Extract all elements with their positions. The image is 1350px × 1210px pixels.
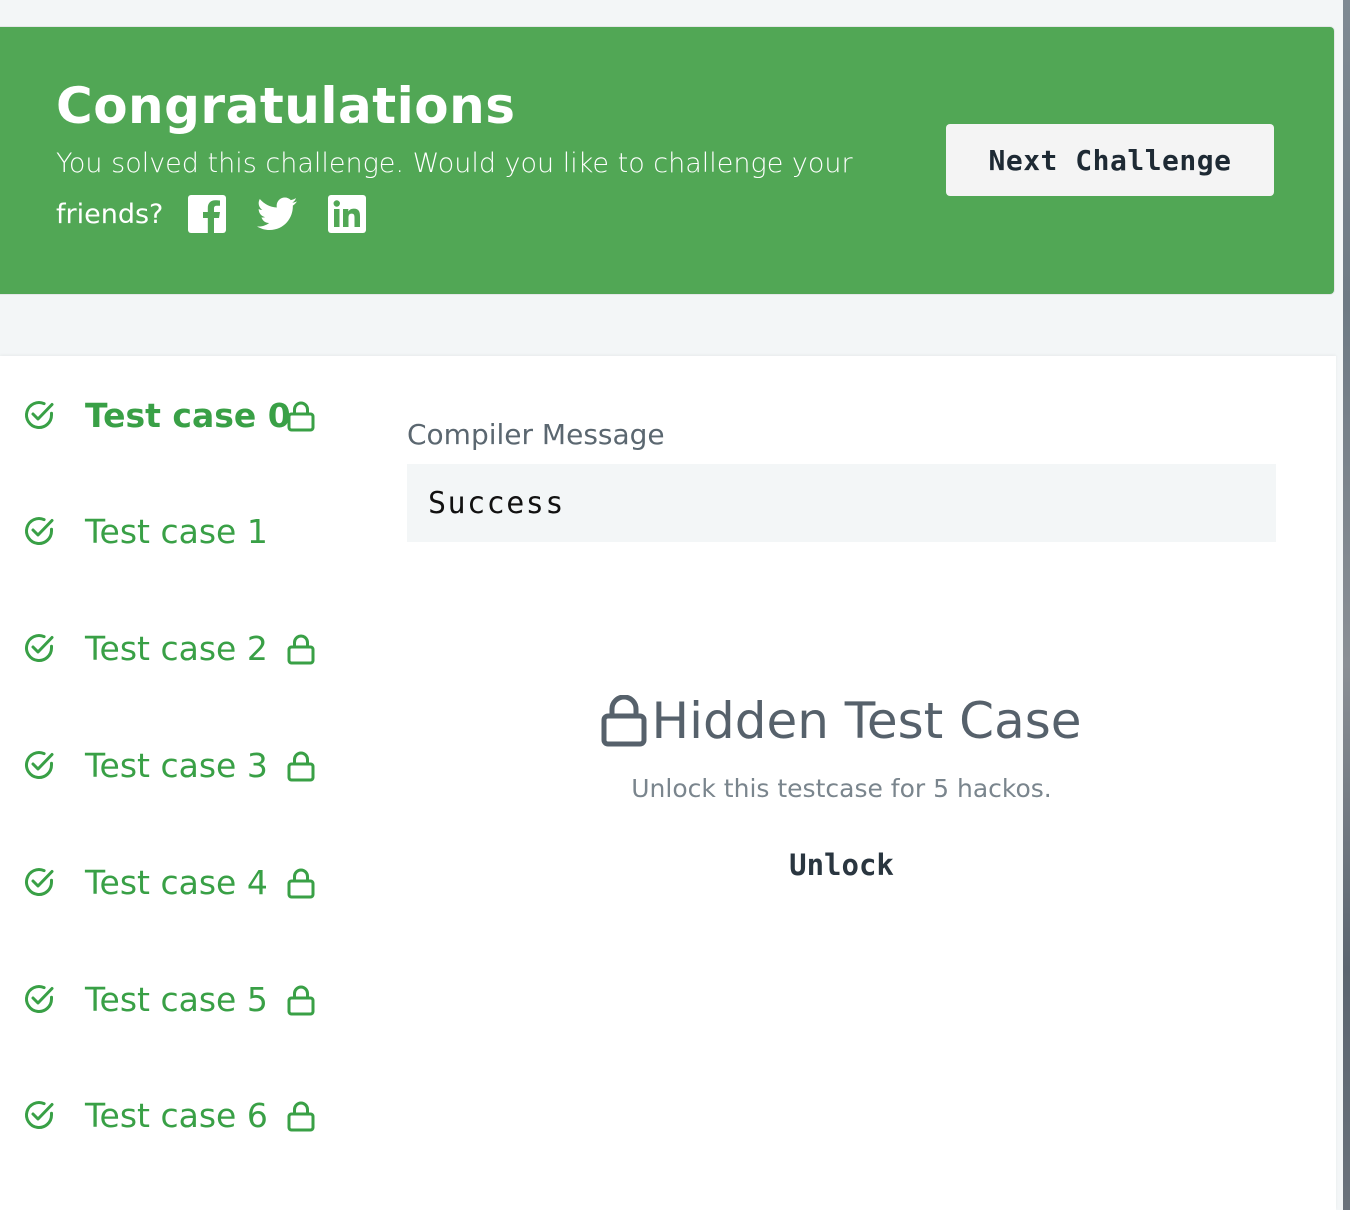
testcase-item-2[interactable]: Test case 2 [22, 618, 268, 678]
unlock-button[interactable]: Unlock [783, 847, 900, 883]
hidden-testcase-title: Hidden Test Case [651, 692, 1082, 750]
results-panel: Test case 0 Test case 1 Test case 2 Test… [0, 356, 1336, 1210]
testcase-item-4[interactable]: Test case 4 [22, 852, 268, 912]
testcase-label: Test case 5 [85, 979, 268, 1019]
check-circle-icon [25, 1101, 54, 1129]
lock-icon [287, 868, 315, 899]
testcase-item-0[interactable]: Test case 0 [22, 385, 291, 445]
check-circle-icon [25, 868, 54, 896]
banner-message: You solved this challenge. Would you lik… [56, 148, 853, 179]
lock-icon [287, 401, 315, 432]
lock-icon [601, 695, 647, 747]
testcase-label: Test case 2 [85, 628, 268, 668]
banner-title: Congratulations [56, 77, 516, 135]
testcase-label: Test case 0 [85, 395, 291, 435]
testcase-label: Test case 3 [85, 745, 268, 785]
check-circle-icon [25, 634, 54, 662]
compiler-output: Success [428, 485, 565, 521]
check-circle-icon [25, 401, 54, 429]
twitter-icon[interactable] [257, 194, 298, 234]
testcase-item-5[interactable]: Test case 5 [22, 969, 268, 1029]
compiler-output-box: Success [407, 464, 1276, 542]
testcase-label: Test case 1 [85, 511, 268, 551]
linkedin-icon[interactable] [327, 194, 367, 234]
check-circle-icon [25, 517, 54, 545]
check-circle-icon [25, 985, 54, 1013]
testcase-item-6[interactable]: Test case 6 [22, 1085, 268, 1145]
share-row: friends? [56, 189, 397, 239]
compiler-message-label: Compiler Message [407, 418, 665, 451]
lock-icon [287, 985, 315, 1016]
facebook-icon[interactable] [187, 194, 227, 234]
lock-icon [287, 1101, 315, 1132]
testcase-label: Test case 4 [85, 862, 268, 902]
unlock-description: Unlock this testcase for 5 hackos. [631, 774, 1052, 803]
hidden-testcase-section: Hidden Test Case Unlock this testcase fo… [407, 686, 1276, 883]
next-challenge-button[interactable]: Next Challenge [946, 124, 1274, 196]
lock-icon [287, 634, 315, 665]
hidden-testcase-heading: Hidden Test Case [407, 686, 1276, 756]
lock-icon [287, 751, 315, 782]
testcase-list: Test case 0 Test case 1 Test case 2 Test… [0, 356, 360, 1210]
window-edge [1343, 0, 1350, 1210]
testcase-label: Test case 6 [85, 1095, 268, 1135]
check-circle-icon [25, 751, 54, 779]
testcase-item-1[interactable]: Test case 1 [22, 501, 268, 561]
testcase-item-3[interactable]: Test case 3 [22, 735, 268, 795]
share-label: friends? [56, 198, 164, 230]
